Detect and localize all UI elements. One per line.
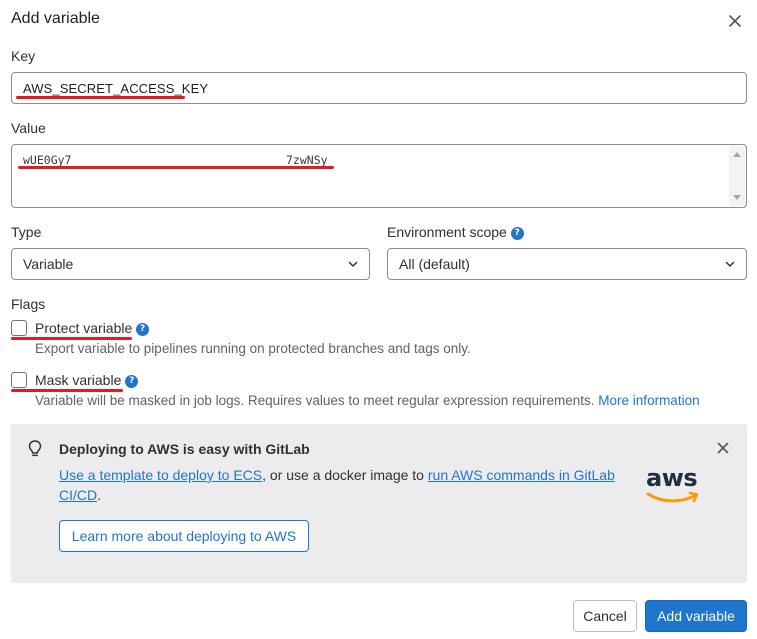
value-textarea[interactable]: wUE0Gy7 7zwNSy bbox=[11, 144, 747, 208]
aws-deploy-alert: Deploying to AWS is easy with GitLab Use… bbox=[11, 424, 747, 583]
modal-title: Add variable bbox=[11, 10, 100, 27]
chevron-down-icon bbox=[725, 261, 735, 267]
protect-variable-row: Protect variable ? bbox=[35, 320, 150, 336]
mask-variable-label[interactable]: Mask variable bbox=[35, 372, 121, 388]
key-input[interactable]: AWS_SECRET_ACCESS_KEY bbox=[11, 72, 747, 104]
mask-variable-row: Mask variable ? bbox=[35, 372, 139, 388]
add-variable-button[interactable]: Add variable bbox=[645, 600, 747, 632]
value-scrollbar[interactable] bbox=[729, 146, 745, 206]
mask-variable-help: Variable will be masked in job logs. Req… bbox=[35, 393, 595, 408]
env-scope-selected: All (default) bbox=[399, 256, 470, 272]
mask-variable-help-row: Variable will be masked in job logs. Req… bbox=[35, 393, 700, 408]
mask-variable-checkbox[interactable] bbox=[11, 372, 27, 388]
env-scope-label: Environment scope bbox=[387, 224, 507, 240]
learn-more-aws-button[interactable]: Learn more about deploying to AWS bbox=[59, 520, 309, 552]
redaction-underline bbox=[18, 166, 334, 169]
alert-body: Use a template to deploy to ECS, or use … bbox=[59, 465, 619, 505]
protect-variable-label[interactable]: Protect variable bbox=[35, 320, 132, 336]
redaction-underline bbox=[11, 389, 123, 392]
close-icon[interactable] bbox=[724, 10, 746, 32]
flags-label: Flags bbox=[11, 296, 46, 312]
aws-smile-icon bbox=[646, 491, 699, 503]
protect-variable-help: Export variable to pipelines running on … bbox=[35, 341, 471, 356]
aws-logo: aws bbox=[642, 462, 702, 506]
close-icon[interactable] bbox=[715, 440, 731, 456]
key-label: Key bbox=[11, 48, 36, 64]
value-text-end: 7zwNSy bbox=[286, 153, 328, 167]
alert-title: Deploying to AWS is easy with GitLab bbox=[59, 441, 310, 457]
type-selected: Variable bbox=[23, 256, 74, 272]
scroll-up-icon[interactable] bbox=[733, 152, 741, 157]
help-icon[interactable]: ? bbox=[125, 374, 139, 388]
help-icon[interactable]: ? bbox=[136, 322, 150, 336]
type-select[interactable]: Variable bbox=[11, 248, 370, 280]
alert-text-end: . bbox=[97, 487, 102, 503]
cancel-button[interactable]: Cancel bbox=[573, 600, 637, 632]
deploy-template-link[interactable]: Use a template to deploy to ECS bbox=[59, 467, 262, 483]
redaction-underline bbox=[16, 96, 185, 99]
value-text-start: wUE0Gy7 bbox=[23, 153, 72, 167]
env-scope-select[interactable]: All (default) bbox=[387, 248, 747, 280]
scroll-down-icon[interactable] bbox=[733, 195, 741, 200]
aws-logo-text: aws bbox=[646, 464, 698, 492]
chevron-down-icon bbox=[348, 261, 358, 267]
lightbulb-icon bbox=[28, 440, 42, 457]
help-icon[interactable]: ? bbox=[510, 226, 524, 240]
type-label: Type bbox=[11, 224, 42, 240]
protect-variable-checkbox[interactable] bbox=[11, 320, 27, 336]
redaction-underline bbox=[11, 337, 132, 340]
value-label: Value bbox=[11, 120, 46, 136]
key-value: AWS_SECRET_ACCESS_KEY bbox=[23, 81, 209, 96]
alert-text-mid: , or use a docker image to bbox=[262, 467, 428, 483]
more-information-link[interactable]: More information bbox=[598, 393, 699, 408]
env-scope-label-row: Environment scope ? bbox=[387, 224, 524, 240]
